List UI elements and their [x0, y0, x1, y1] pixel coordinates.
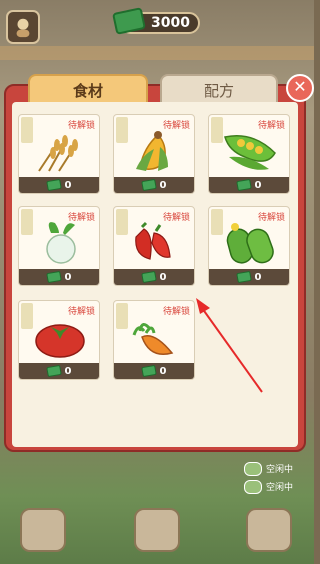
shop-button[interactable] — [246, 508, 292, 552]
status-text: 空闲中 — [266, 465, 294, 475]
worker-icon — [244, 480, 262, 494]
task-button[interactable] — [134, 508, 180, 552]
recipe-book-button[interactable] — [20, 508, 66, 552]
worker-icon — [244, 462, 262, 476]
status-text: 空闲中 — [266, 483, 294, 493]
